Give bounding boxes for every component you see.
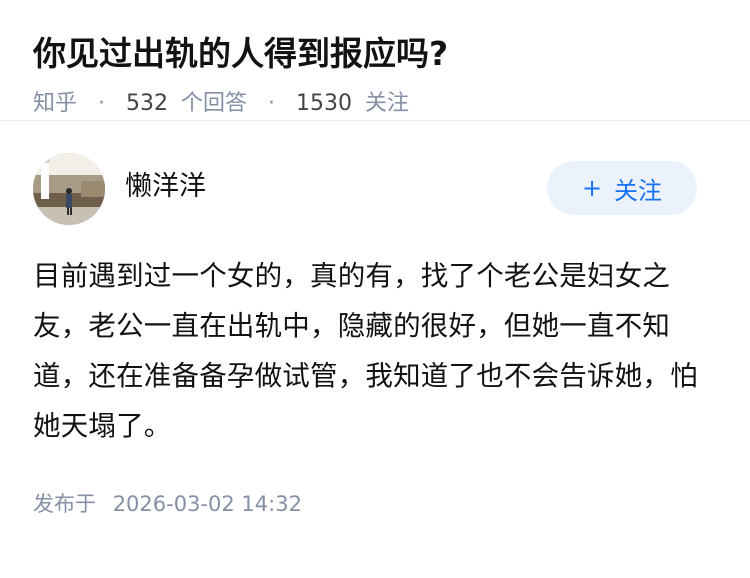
avatar[interactable]	[33, 153, 105, 225]
separator-dot: ·	[268, 91, 276, 116]
publish-time: 发布于 2026-03-02 14:32	[33, 489, 717, 519]
follower-count: 1530	[296, 91, 353, 116]
answer-count-label: 个回答	[181, 91, 248, 116]
plus-icon: +	[581, 174, 603, 202]
answer-count: 532	[126, 91, 169, 116]
follow-button[interactable]: + 关注	[547, 161, 697, 215]
author-row: 懒洋洋 + 关注	[33, 153, 717, 251]
publish-timestamp: 2026-03-02 14:32	[112, 492, 302, 516]
question-title[interactable]: 你见过出轨的人得到报应吗?	[33, 30, 717, 78]
source-label[interactable]: 知乎	[33, 91, 77, 116]
separator-dot: ·	[98, 91, 106, 116]
author-name[interactable]: 懒洋洋	[125, 167, 206, 207]
avatar-image	[33, 153, 105, 225]
follow-button-label: 关注	[614, 176, 663, 205]
answer-card: 懒洋洋 + 关注 目前遇到过一个女的，真的有，找了个老公是妇女之友，老公一直在出…	[0, 153, 750, 519]
answer-content: 目前遇到过一个女的，真的有，找了个老公是妇女之友，老公一直在出轨中，隐藏的很好，…	[33, 260, 698, 442]
question-header: 你见过出轨的人得到报应吗? 知乎 · 532 个回答 · 1530 关注	[0, 0, 750, 121]
question-meta: 知乎 · 532 个回答 · 1530 关注	[33, 88, 717, 120]
follower-count-label: 关注	[365, 91, 410, 116]
publish-label: 发布于	[33, 492, 96, 516]
